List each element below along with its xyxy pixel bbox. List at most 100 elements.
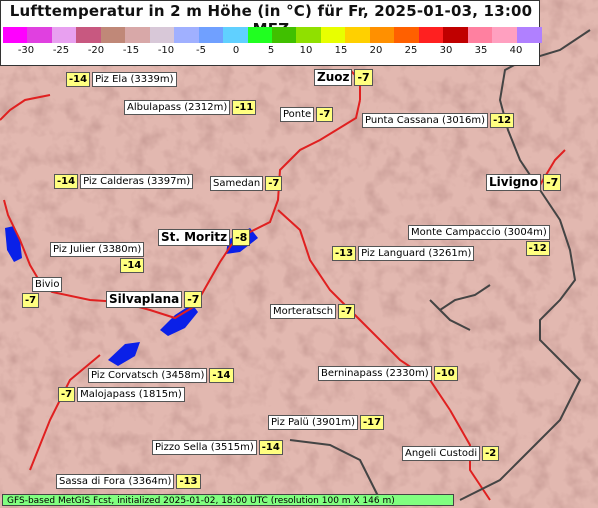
station-label-silvaplana: Silvaplana -7: [106, 291, 203, 308]
station-name: Ponte: [280, 107, 315, 122]
station-name: Piz Palü (3901m): [268, 415, 359, 430]
station-name: Morteratsch: [270, 304, 337, 319]
station-label-zuoz: Zuoz -7: [314, 69, 373, 86]
station-label-berninapass: Berninapass (2330m) -10: [318, 366, 458, 381]
scale-color-segment: [3, 27, 28, 43]
station-name: Malojapass (1815m): [77, 387, 185, 402]
station-temperature: -14: [258, 440, 283, 455]
station-temperature: -7: [338, 304, 356, 319]
station-name: Samedan: [210, 176, 264, 191]
station-label-albulapass: Albulapass (2312m) -11: [124, 100, 257, 115]
station-temperature: -14: [209, 368, 234, 383]
scale-color-segment: [51, 27, 77, 43]
scale-color-segment: [272, 27, 297, 43]
scale-color-segment: [125, 27, 151, 43]
scale-color-segment: [174, 27, 200, 43]
station-temperature: -7: [543, 174, 562, 191]
station-temperature: -8: [232, 229, 251, 246]
scale-color-segment: [198, 27, 224, 43]
scale-color-segment: [394, 27, 420, 43]
scale-color-segment: [296, 27, 322, 43]
scale-tick-label: 10: [299, 45, 313, 56]
scale-tick-label: 5: [267, 45, 275, 56]
scale-tick-label: -10: [157, 45, 175, 56]
scale-tick-label: 35: [474, 45, 488, 56]
station-label-malojapass: -7 Malojapass (1815m): [58, 387, 185, 402]
station-name: Piz Languard (3261m): [358, 246, 475, 261]
station-label-piz-ela: -14 Piz Ela (3339m): [66, 72, 177, 87]
station-temperature: -14: [66, 72, 91, 87]
station-label-punta-cassana: Punta Cassana (3016m) -12: [362, 113, 515, 128]
scale-color-segment: [320, 27, 346, 43]
station-label-piz-corvatsch: Piz Corvatsch (3458m) -14: [88, 368, 234, 383]
scale-color-segment: [223, 27, 249, 43]
station-name: Punta Cassana (3016m): [362, 113, 489, 128]
station-name: Silvaplana: [106, 291, 183, 308]
station-label-piz-calderas: -14 Piz Calderas (3397m): [54, 174, 194, 189]
station-name: Pizzo Sella (3515m): [152, 440, 257, 455]
station-temperature: -7: [22, 293, 40, 308]
station-temperature: -7: [184, 291, 203, 308]
scale-color-segment: [100, 27, 126, 43]
station-name: Albulapass (2312m): [124, 100, 231, 115]
station-name: Piz Corvatsch (3458m): [88, 368, 208, 383]
station-label-angeli-custodi: Angeli Custodi -2: [402, 446, 500, 461]
station-name: Monte Campaccio (3004m): [408, 225, 550, 240]
station-temperature: -12: [490, 113, 515, 128]
scale-color-segment: [418, 27, 444, 43]
scale-tick-label: 20: [369, 45, 383, 56]
station-temperature: -17: [360, 415, 385, 430]
scale-tick-label: -15: [122, 45, 140, 56]
scale-tick-label: 0: [232, 45, 240, 56]
station-temperature: -7: [265, 176, 283, 191]
temperature-color-scale: [3, 27, 542, 43]
station-label-morteratsch: Morteratsch -7: [270, 304, 356, 319]
scale-color-segment: [516, 27, 542, 43]
scale-color-segment: [345, 27, 371, 43]
station-label-bivio: Bivio -7: [22, 277, 63, 308]
station-name: Sassa di Fora (3364m): [56, 474, 175, 489]
scale-tick-label: -20: [87, 45, 105, 56]
station-temperature: -7: [58, 387, 76, 402]
station-name: Angeli Custodi: [402, 446, 481, 461]
station-label-st-moritz: St. Moritz -8: [158, 229, 251, 246]
scale-color-segment: [492, 27, 518, 43]
scale-tick-label: -25: [52, 45, 70, 56]
station-temperature: -12: [525, 241, 550, 256]
station-temperature: -13: [176, 474, 201, 489]
station-label-ponte: Ponte -7: [280, 107, 334, 122]
scale-color-segment: [369, 27, 395, 43]
station-temperature: -14: [120, 258, 145, 273]
scale-color-segment: [27, 27, 53, 43]
station-temperature: -14: [54, 174, 79, 189]
station-name: Berninapass (2330m): [318, 366, 432, 381]
station-name: Zuoz: [314, 69, 353, 86]
station-name: Livigno: [486, 174, 542, 191]
station-label-samedan: Samedan -7: [210, 176, 283, 191]
station-temperature: -7: [316, 107, 334, 122]
station-temperature: -13: [332, 246, 357, 261]
scale-tick-label: -30: [17, 45, 35, 56]
scale-tick-label: 30: [439, 45, 453, 56]
scale-tick-label: -5: [196, 45, 206, 56]
station-label-sassa-di-fora: Sassa di Fora (3364m) -13: [56, 474, 201, 489]
scale-color-segment: [443, 27, 469, 43]
scale-color-segment: [247, 27, 273, 43]
station-label-piz-julier: Piz Julier (3380m) -14: [50, 242, 145, 273]
title-panel: Lufttemperatur in 2 m Höhe (in °C) für F…: [0, 0, 542, 66]
station-label-livigno: Livigno -7: [486, 174, 562, 191]
scale-tick-label: 25: [404, 45, 418, 56]
station-temperature: -7: [354, 69, 373, 86]
scale-tick-label: 15: [334, 45, 348, 56]
station-name: Piz Calderas (3397m): [80, 174, 194, 189]
scale-color-segment: [467, 27, 493, 43]
station-label-piz-languard: -13 Piz Languard (3261m): [332, 246, 475, 261]
forecast-info-footer: GFS-based MetGIS Fcst, initialized 2025-…: [2, 494, 454, 506]
station-name: St. Moritz: [158, 229, 231, 246]
station-temperature: -2: [482, 446, 500, 461]
scale-tick-label: 40: [509, 45, 523, 56]
station-name: Piz Ela (3339m): [92, 72, 177, 87]
scale-color-segment: [76, 27, 102, 43]
station-temperature: -10: [433, 366, 458, 381]
station-name: Bivio: [32, 277, 63, 292]
